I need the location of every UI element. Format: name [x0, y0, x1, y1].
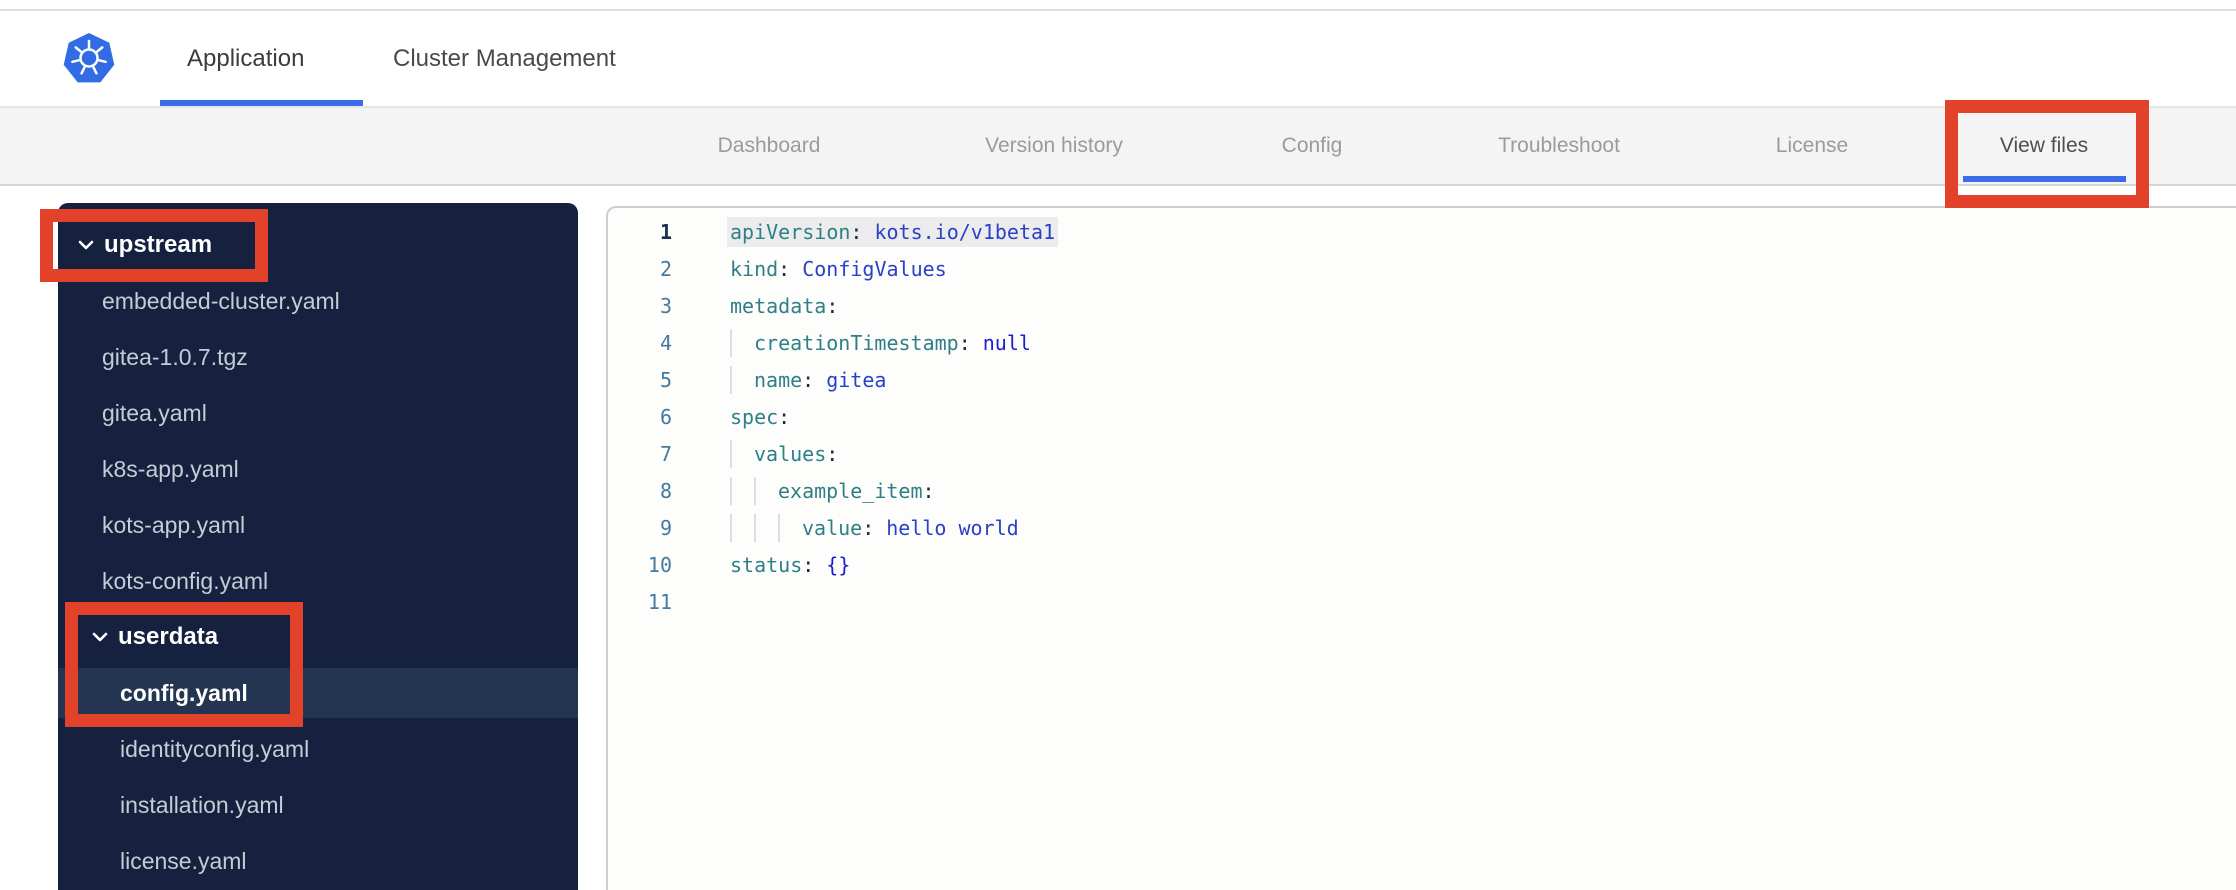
tab-dashboard[interactable]: Dashboard [718, 108, 821, 184]
tree-item-label: userdata [118, 623, 219, 650]
tab-application[interactable]: Application [187, 11, 304, 106]
app-nav: Dashboard Version history Config Trouble… [0, 108, 2236, 186]
tree-item-label: installation.yaml [120, 791, 284, 818]
chevron-down-icon [78, 240, 94, 250]
line-number: 1 [659, 219, 672, 244]
tree-item-label: upstream [104, 231, 213, 258]
tree-file-k8s-app[interactable]: k8s-app.yaml [58, 444, 578, 494]
line-number: 10 [647, 552, 672, 577]
code-line: 10 status:{} [608, 546, 2236, 583]
tab-config[interactable]: Config [1282, 108, 1343, 184]
tab-license[interactable]: License [1776, 108, 1848, 184]
file-editor[interactable]: 1 apiVersion: kots.io/v1beta1 2 kind: Conf… [606, 206, 2236, 890]
top-nav: Application Cluster Management [0, 11, 2236, 108]
tree-file-gitea-tgz[interactable]: gitea-1.0.7.tgz [58, 332, 578, 382]
line-number: 4 [659, 330, 672, 355]
tree-file-kots-config[interactable]: kots-config.yaml [58, 556, 578, 606]
tree-file-kots-app[interactable]: kots-app.yaml [58, 500, 578, 550]
code-line: 11 [608, 583, 2236, 620]
code-line: 5 name: gitea [608, 361, 2236, 398]
code-line: 1 apiVersion: kots.io/v1beta1 [608, 213, 2236, 250]
code-line: 3 metadata: [608, 287, 2236, 324]
tree-file-license[interactable]: license.yaml [58, 836, 578, 886]
tree-item-label: license.yaml [120, 847, 247, 874]
line-number: 8 [659, 478, 672, 503]
code-line: 4 creationTimestamp: null [608, 324, 2236, 361]
line-number: 7 [659, 441, 672, 466]
tab-view-files[interactable]: View files [2000, 108, 2088, 184]
code-line: 8 example_item: [608, 472, 2236, 509]
file-tree: upstream embedded-cluster.yaml gitea-1.0… [58, 203, 578, 890]
tab-troubleshoot[interactable]: Troubleshoot [1498, 108, 1620, 184]
tab-version-history[interactable]: Version history [985, 108, 1123, 184]
line-number: 11 [647, 589, 672, 614]
tree-item-label: kots-config.yaml [102, 567, 269, 594]
line-number: 2 [659, 256, 672, 281]
tree-file-gitea-yaml[interactable]: gitea.yaml [58, 388, 578, 438]
tree-file-config-yaml-selected[interactable]: config.yaml [58, 668, 578, 718]
tree-file-installation[interactable]: installation.yaml [58, 780, 578, 830]
kots-admin-console: Application Cluster Management Dashboard… [0, 0, 2236, 890]
line-number: 5 [659, 367, 672, 392]
code-line: 7 values: [608, 435, 2236, 472]
tree-item-label: gitea-1.0.7.tgz [102, 343, 248, 370]
tree-folder-upstream[interactable]: upstream [58, 220, 578, 270]
line-number: 6 [659, 404, 672, 429]
line-number: 9 [659, 515, 672, 540]
tree-item-label: identityconfig.yaml [120, 735, 310, 762]
tree-item-label: embedded-cluster.yaml [102, 287, 340, 314]
code-line: 2 kind: ConfigValues [608, 250, 2236, 287]
tree-file-identityconfig[interactable]: identityconfig.yaml [58, 724, 578, 774]
tree-file-embedded-cluster[interactable]: embedded-cluster.yaml [58, 276, 578, 326]
code-line: 6 spec: [608, 398, 2236, 435]
tree-item-label: config.yaml [120, 679, 248, 706]
view-files-tab-underline [1963, 176, 2126, 182]
tab-cluster-management[interactable]: Cluster Management [393, 11, 616, 106]
line-number: 3 [659, 293, 672, 318]
chevron-down-icon [92, 632, 108, 642]
kubernetes-logo-icon[interactable] [62, 32, 116, 85]
tree-item-label: kots-app.yaml [102, 511, 246, 538]
application-tab-underline [160, 100, 363, 106]
tree-item-label: gitea.yaml [102, 399, 207, 426]
tree-item-label: k8s-app.yaml [102, 455, 239, 482]
code-line: 9 value: hello world [608, 509, 2236, 546]
tree-folder-userdata[interactable]: userdata [58, 612, 578, 662]
